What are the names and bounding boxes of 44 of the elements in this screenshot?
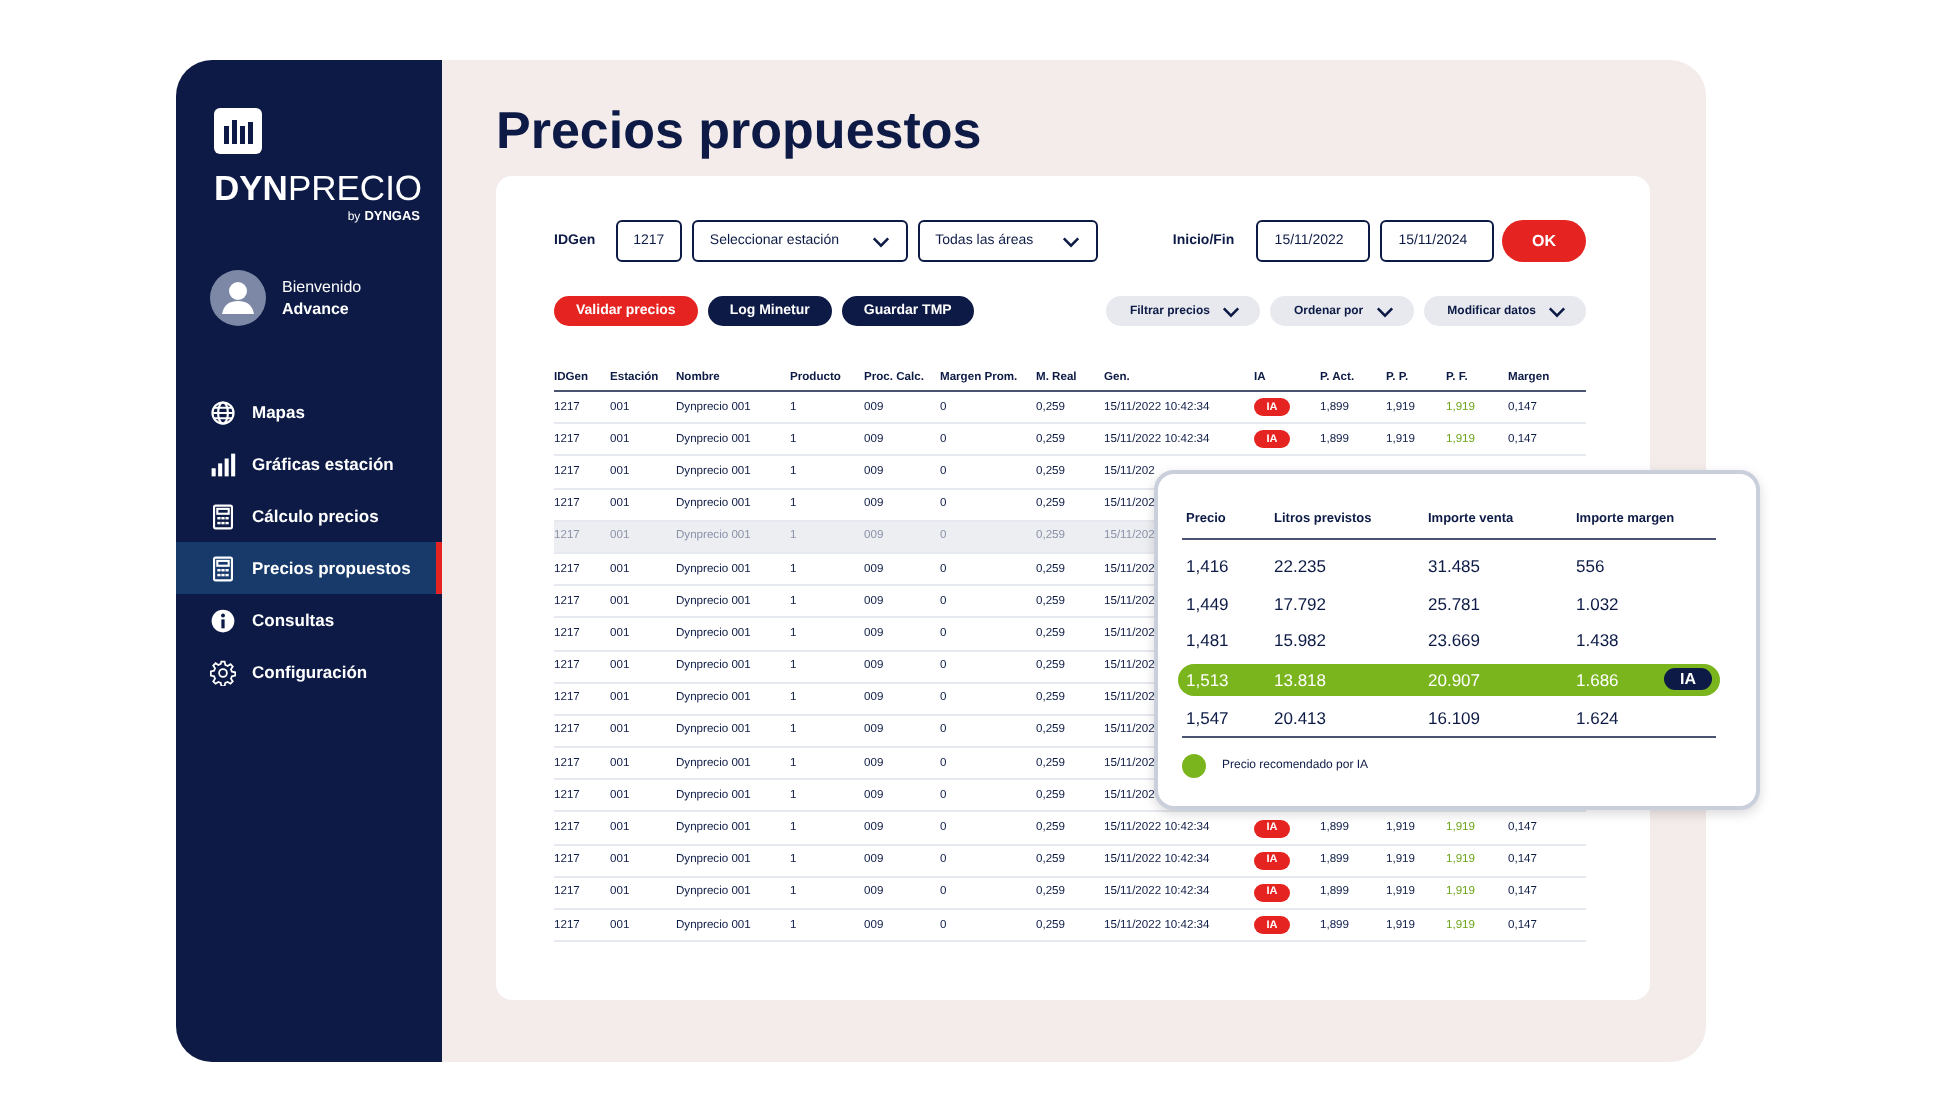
chevron-down-icon — [1375, 305, 1394, 317]
bar-chart-icon — [210, 451, 236, 477]
page-title: Precios propuestos — [496, 100, 984, 164]
sidebar-item[interactable]: Precios propuestos — [176, 542, 442, 594]
chevron-down-icon — [1221, 305, 1240, 317]
table-cell: 22.235 — [1274, 556, 1326, 577]
chevron-down-icon — [1062, 235, 1081, 247]
info-icon — [210, 607, 236, 633]
sidebar-item-label: Consultas — [252, 610, 335, 630]
calculator-icon — [210, 555, 236, 581]
sidebar-item-label: Precios propuestos — [252, 558, 411, 578]
table-cell: 15.982 — [1274, 630, 1326, 651]
avatar-icon — [210, 270, 266, 326]
chevron-down-icon — [1548, 305, 1566, 317]
table-cell: 1,481 — [1186, 630, 1229, 651]
calculator-icon — [210, 503, 236, 529]
sidebar-item[interactable]: Configuración — [176, 646, 442, 698]
sidebar-item[interactable]: Mapas — [176, 386, 442, 438]
ia-badge: IA — [1664, 668, 1712, 690]
table-cell: 13.818 — [1274, 669, 1326, 689]
logo-icon — [214, 108, 262, 154]
user-name: Advance — [282, 300, 351, 318]
table-cell: 1,513 — [1186, 669, 1229, 689]
table-cell: 1,449 — [1186, 593, 1229, 614]
greeting-text: Bienvenido — [282, 278, 362, 296]
legend-dot — [1182, 754, 1206, 778]
table-cell: 1,416 — [1186, 556, 1229, 577]
ok-button[interactable]: OK — [1502, 220, 1586, 262]
sidebar-item-label: Configuración — [252, 662, 368, 682]
table-cell: 17.792 — [1274, 593, 1326, 614]
sidebar-item[interactable]: Consultas — [176, 594, 442, 646]
table-cell: 23.669 — [1428, 630, 1480, 651]
sidebar-item-label: Gráficas estación — [252, 454, 394, 474]
globe-icon — [210, 399, 236, 425]
table-cell: 25.781 — [1428, 593, 1480, 614]
chevron-down-icon — [871, 235, 890, 247]
sidebar-item[interactable]: Gráficas estación — [176, 438, 442, 490]
sidebar-item-label: Cálculo precios — [252, 506, 379, 526]
gear-icon — [210, 659, 236, 685]
sidebar-item-label: Mapas — [252, 402, 305, 422]
brand-name: DYNPRECIO — [214, 166, 425, 210]
table-cell: 31.485 — [1428, 556, 1480, 577]
sidebar-item[interactable]: Cálculo precios — [176, 490, 442, 542]
table-cell: 20.907 — [1428, 669, 1480, 689]
